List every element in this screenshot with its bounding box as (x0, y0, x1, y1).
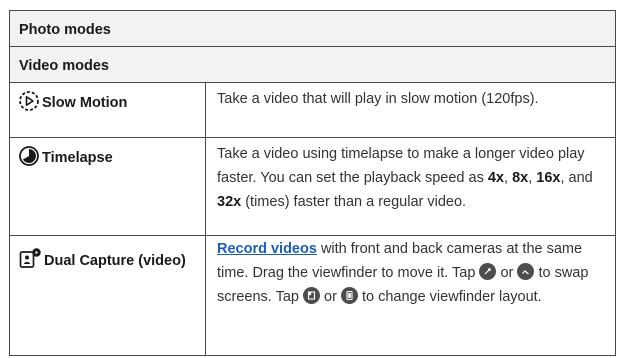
section-header-photo-modes: Photo modes (9, 10, 616, 47)
speed-32x: 32x (217, 194, 242, 210)
table-row: Dual Capture (video) Record videos with … (9, 235, 616, 356)
swap-screens-icon (479, 262, 497, 280)
table-row: Photo modes (9, 10, 616, 47)
swap-screens-alt-icon (517, 262, 535, 280)
mode-name: Timelapse (42, 150, 113, 166)
desc-text: (times) faster than a regular video. (241, 194, 467, 210)
mode-name-cell: Timelapse (9, 137, 206, 236)
desc-text: or (319, 289, 341, 305)
desc-text: to change viewfinder layout. (357, 289, 542, 305)
desc-text: , and (560, 170, 593, 186)
table-row: Video modes (9, 46, 616, 83)
slow-motion-icon (18, 90, 40, 112)
desc-text: or (496, 265, 518, 281)
table-row: Slow Motion Take a video that will play … (9, 82, 616, 138)
speed-8x: 8x (512, 170, 529, 186)
mode-description: Take a video that will play in slow moti… (205, 82, 616, 138)
record-videos-link[interactable]: Record videos (217, 241, 317, 257)
mode-name: Dual Capture (video) (44, 253, 186, 269)
table-row: Timelapse Take a video using timelapse t… (9, 137, 616, 236)
dual-capture-icon (18, 247, 42, 271)
timelapse-icon (18, 145, 40, 167)
speed-4x: 4x (487, 170, 504, 186)
section-header-video-modes: Video modes (9, 46, 616, 83)
mode-name-cell: Slow Motion (9, 82, 206, 138)
layout-alt-icon (340, 286, 358, 304)
mode-description: Record videos with front and back camera… (205, 235, 616, 356)
speed-16x: 16x (536, 170, 561, 186)
mode-description: Take a video using timelapse to make a l… (205, 137, 616, 236)
document-page: Photo modes Video modes Slow Motion Take… (0, 0, 624, 358)
mode-name: Slow Motion (42, 95, 128, 111)
desc-text: , (504, 170, 513, 186)
camera-modes-table: Photo modes Video modes Slow Motion Take… (9, 10, 616, 356)
mode-name-cell: Dual Capture (video) (9, 235, 206, 356)
layout-icon (302, 286, 320, 304)
